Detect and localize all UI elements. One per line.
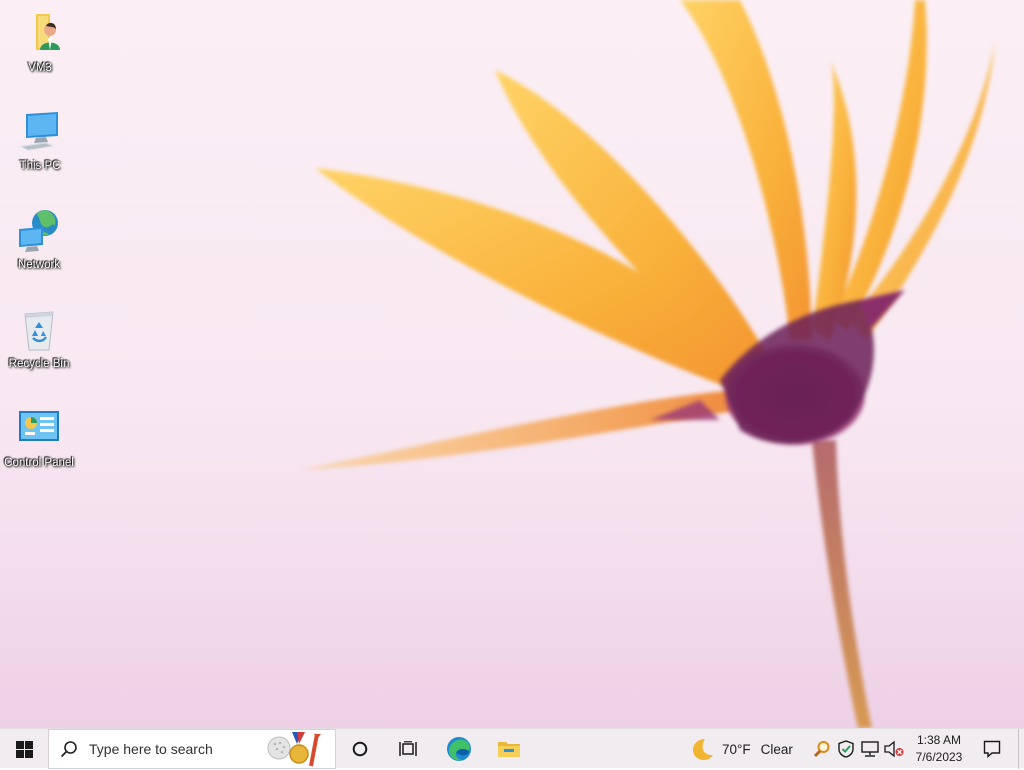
show-desktop-button[interactable]	[1018, 729, 1024, 769]
folder-icon	[498, 742, 520, 757]
tray-magnifier[interactable]	[810, 729, 834, 769]
desktop-icon-label: Recycle Bin	[8, 358, 70, 370]
task-view-icon	[399, 741, 417, 756]
search-placeholder: Type here to search	[89, 741, 213, 757]
desktop-icon-label: Control Panel	[4, 457, 74, 469]
desktop-icon-vm3[interactable]: VM3	[1, 10, 79, 74]
desktop-icon-network[interactable]: Network	[0, 207, 78, 271]
moon-icon	[693, 739, 713, 760]
network-status-icon	[861, 741, 879, 757]
security-shield-icon	[838, 740, 854, 758]
desktop-icon-this-pc[interactable]: This PC	[1, 108, 79, 172]
desktop-icon-label: This PC	[19, 160, 61, 172]
clock[interactable]: 1:38 AM 7/6/2023	[906, 729, 972, 769]
control-panel-icon	[19, 411, 59, 441]
clock-time: 1:38 AM	[916, 733, 962, 747]
desktop-icon-control-panel[interactable]: Control Panel	[0, 405, 78, 469]
clock-date: 7/6/2023	[915, 750, 963, 764]
desktop-icon-label: VM3	[28, 62, 52, 74]
tray-security[interactable]	[834, 729, 858, 769]
recycle-bin-icon	[24, 311, 54, 351]
weather-temperature: 70°F	[722, 741, 751, 757]
magnifier-icon	[813, 741, 830, 758]
search-box[interactable]: Type here to search	[48, 729, 336, 769]
wallpaper-flower	[300, 0, 995, 728]
user-folder-icon	[36, 14, 60, 50]
network-icon	[19, 210, 58, 252]
weather-widget[interactable]: 70°F Clear	[690, 729, 793, 769]
taskbar: Type here to search 70°F Clear 1:38 AM 7…	[0, 728, 1024, 769]
notification-icon	[983, 740, 1001, 758]
search-icon	[60, 741, 77, 758]
computer-icon	[20, 112, 58, 151]
desktop[interactable]: VM3 This PC Network Recycle Bin Control …	[0, 0, 1024, 728]
tray-volume[interactable]	[882, 729, 906, 769]
search-highlight-golf-icon	[267, 732, 321, 767]
task-view-button[interactable]	[388, 729, 428, 769]
tray-network[interactable]	[858, 729, 882, 769]
desktop-icon-label: Network	[17, 259, 61, 271]
windows-logo-icon	[15, 740, 33, 758]
start-button[interactable]	[0, 729, 48, 769]
cortana-button[interactable]	[340, 729, 380, 769]
desktop-icon-recycle-bin[interactable]: Recycle Bin	[0, 306, 78, 370]
action-center-button[interactable]	[978, 729, 1006, 769]
volume-muted-icon	[884, 741, 904, 757]
cortana-icon	[352, 741, 368, 757]
edge-icon	[447, 737, 471, 761]
file-explorer-button[interactable]	[488, 729, 530, 769]
edge-taskbar-button[interactable]	[438, 729, 480, 769]
weather-condition: Clear	[760, 741, 793, 757]
